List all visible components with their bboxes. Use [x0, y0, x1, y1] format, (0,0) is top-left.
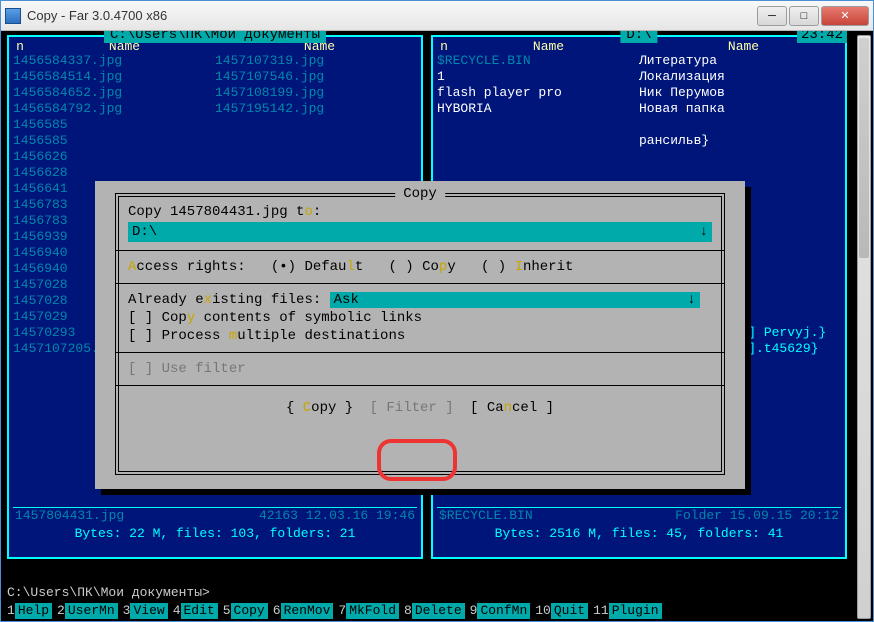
copy-button[interactable]: { Copy } — [282, 400, 357, 416]
left-bytes: Bytes: 22 M, files: 103, folders: 21 — [13, 526, 417, 541]
clock: 23:42 — [797, 31, 847, 43]
fkey-confmn[interactable]: ConfMn — [477, 603, 530, 619]
dialog-title: Copy — [395, 186, 445, 202]
fkey-copy[interactable]: Copy — [231, 603, 268, 619]
list-item[interactable]: 1Локализация — [437, 69, 841, 85]
list-item[interactable]: 1456585 — [13, 117, 417, 133]
list-item[interactable]: рансильв} — [437, 133, 841, 149]
fkey-usermn[interactable]: UserMn — [65, 603, 118, 619]
right-status: $RECYCLE.BIN Folder 15.09.15 20:12 — [437, 507, 841, 523]
fkey-plugin[interactable]: Plugin — [609, 603, 662, 619]
check-use-filter: [ ] Use filter — [128, 361, 712, 377]
left-panel-path[interactable]: C:\Users\ПК\Мои документы — [104, 31, 326, 43]
access-rights-row: Access rights: (•) Default ( ) Copy ( ) … — [128, 259, 712, 275]
check-symlinks[interactable]: [ ] Copy contents of symbolic links — [128, 310, 712, 326]
chevron-down-icon[interactable]: ↓ — [687, 292, 695, 308]
list-item[interactable]: flash player proНик Перумов — [437, 85, 841, 101]
close-button[interactable]: ✕ — [821, 6, 869, 26]
window-title: Copy - Far 3.0.4700 x86 — [27, 8, 757, 23]
fkey-view[interactable]: View — [130, 603, 167, 619]
function-keys[interactable]: 1Help2UserMn3View4Edit5Copy6RenMov7MkFol… — [7, 603, 853, 619]
vertical-scrollbar[interactable] — [857, 35, 871, 619]
destination-input[interactable]: D:\ ↓ — [128, 222, 712, 242]
list-item[interactable]: 1456584792.jpg1457195142.jpg — [13, 101, 417, 117]
list-item[interactable]: 1456585 — [13, 133, 417, 149]
radio-copy[interactable]: ( ) Copy — [389, 259, 456, 275]
fkey-edit[interactable]: Edit — [181, 603, 218, 619]
list-item[interactable]: $RECYCLE.BINЛитература — [437, 53, 841, 69]
fkey-delete[interactable]: Delete — [412, 603, 465, 619]
check-multidest[interactable]: [ ] Process multiple destinations — [128, 328, 712, 344]
list-item[interactable] — [437, 149, 841, 165]
left-status: 1457804431.jpg 42163 12.03.16 19:46 — [13, 507, 417, 523]
copy-dialog: Copy Copy 1457804431.jpg to: D:\ ↓ Acces… — [95, 181, 745, 489]
list-item[interactable]: HYBORIAНовая папка — [437, 101, 841, 117]
terminal-area: C:\Users\ПК\Мои документы n Name Name 14… — [1, 31, 873, 621]
window-buttons: ─ □ ✕ — [757, 6, 869, 26]
list-item[interactable] — [437, 165, 841, 181]
fkey-renmov[interactable]: RenMov — [281, 603, 334, 619]
chevron-down-icon[interactable]: ↓ — [700, 222, 708, 242]
already-existing-row: Already existing files: Ask ↓ — [128, 292, 712, 308]
app-window: Copy - Far 3.0.4700 x86 ─ □ ✕ C:\Users\П… — [0, 0, 874, 622]
list-item[interactable]: 1456584652.jpg1457108199.jpg — [13, 85, 417, 101]
filter-button: [ Filter ] — [366, 400, 458, 416]
app-icon — [5, 8, 21, 24]
radio-default[interactable]: (•) Default — [271, 259, 363, 275]
titlebar[interactable]: Copy - Far 3.0.4700 x86 ─ □ ✕ — [1, 1, 873, 31]
cancel-button[interactable]: [ Cancel ] — [466, 400, 558, 416]
copy-prompt: Copy 1457804431.jpg to: — [128, 204, 712, 220]
command-line[interactable]: C:\Users\ПК\Мои документы> — [7, 585, 853, 601]
list-item[interactable]: 1456626 — [13, 149, 417, 165]
list-item[interactable] — [437, 117, 841, 133]
radio-inherit[interactable]: ( ) Inherit — [481, 259, 573, 275]
right-panel-path[interactable]: D:\ — [620, 31, 657, 43]
fkey-help[interactable]: Help — [15, 603, 52, 619]
list-item[interactable]: 1456628 — [13, 165, 417, 181]
fkey-quit[interactable]: Quit — [551, 603, 588, 619]
minimize-button[interactable]: ─ — [757, 6, 787, 26]
maximize-button[interactable]: □ — [789, 6, 819, 26]
scrollbar-thumb[interactable] — [859, 38, 869, 258]
fkey-mkfold[interactable]: MkFold — [346, 603, 399, 619]
existing-files-select[interactable]: Ask ↓ — [330, 292, 700, 308]
list-item[interactable]: 1456584337.jpg1457107319.jpg — [13, 53, 417, 69]
list-item[interactable]: 1456584514.jpg1457107546.jpg — [13, 69, 417, 85]
right-bytes: Bytes: 2516 M, files: 45, folders: 41 — [437, 526, 841, 541]
